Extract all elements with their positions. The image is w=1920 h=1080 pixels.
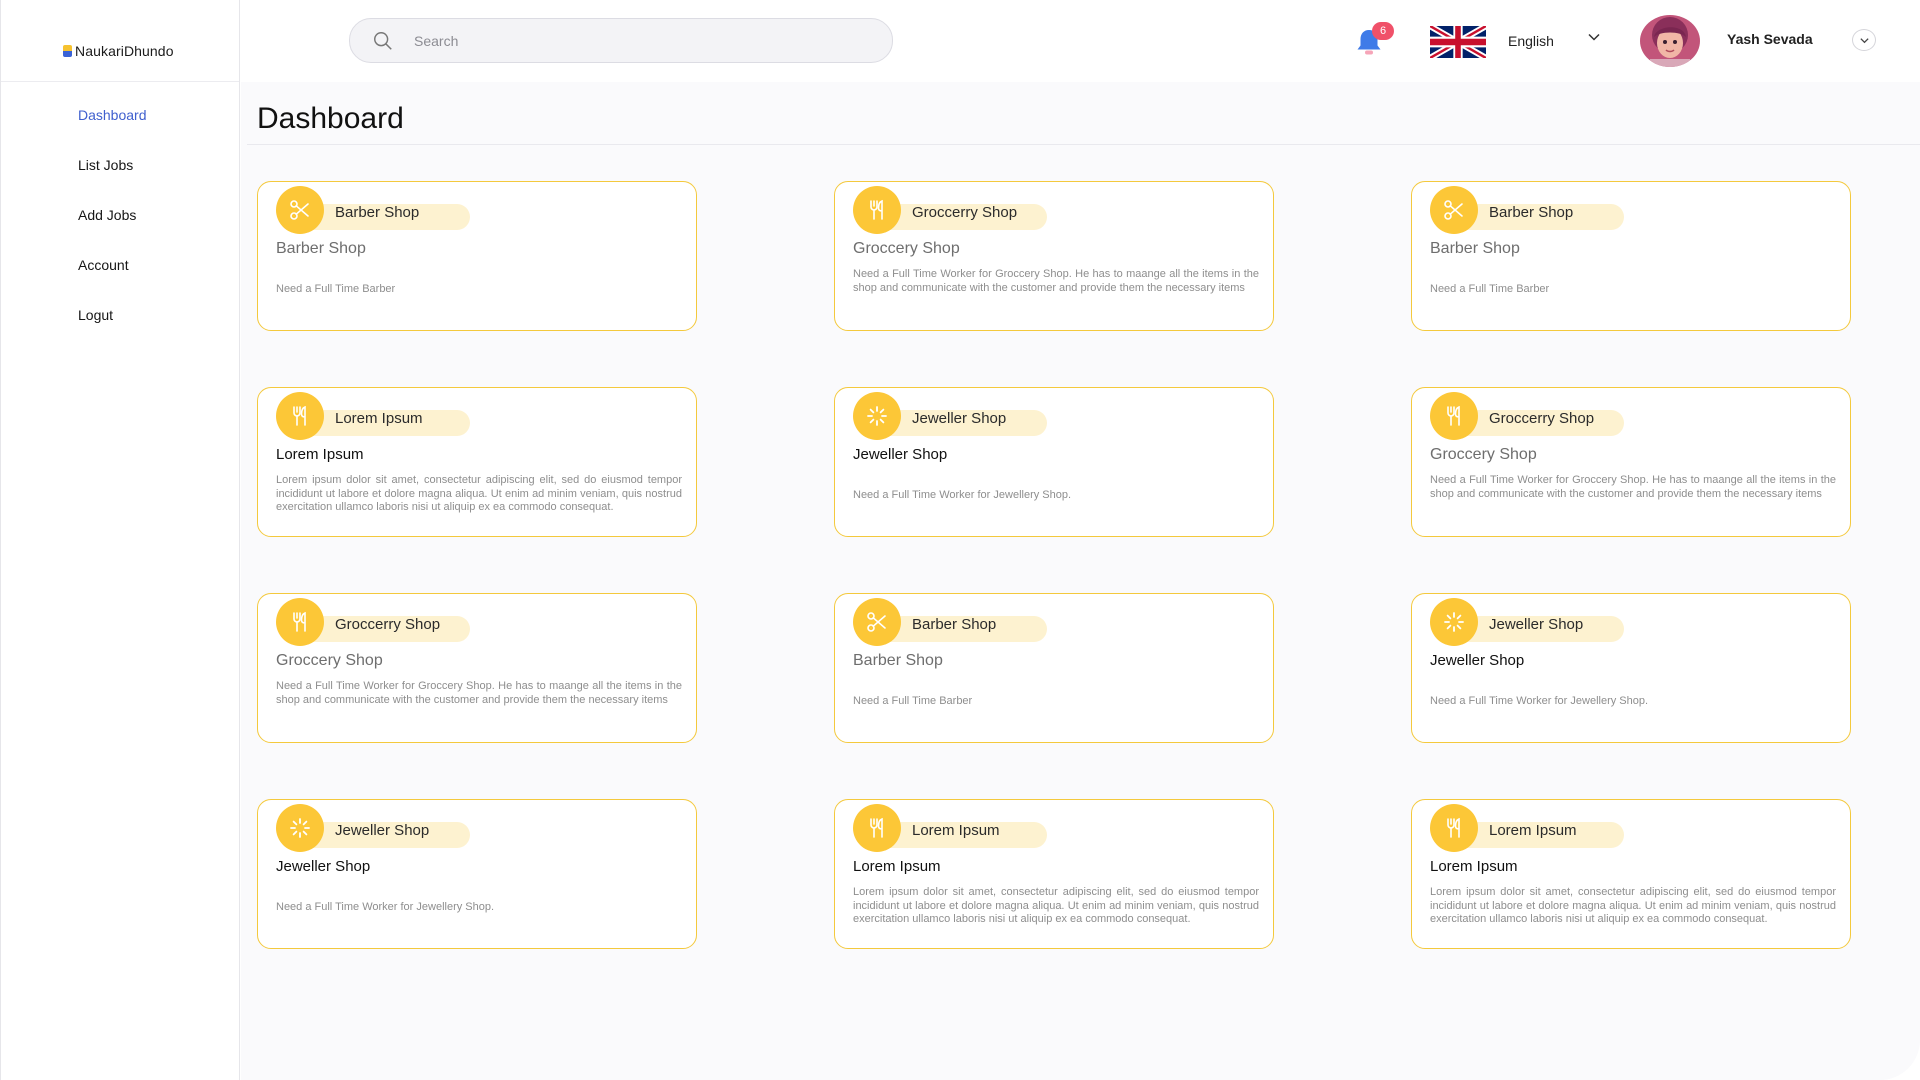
job-card[interactable]: Jeweller Shop Jeweller Shop Need a Full Ti… [834, 387, 1274, 537]
job-description: Need a Full Time Barber [1430, 283, 1550, 295]
divider [247, 144, 1920, 145]
category-label: Barber Shop [1489, 204, 1574, 221]
job-title: Jeweller Shop [276, 858, 371, 875]
job-description: Need a Full Time Worker for Groccery Sho… [276, 680, 682, 706]
scissors-icon [853, 598, 901, 646]
fork-knife-icon [276, 598, 324, 646]
job-card[interactable]: Lorem Ipsum Lorem Ipsum Lorem ipsum dolor … [257, 387, 697, 537]
sidebar-item-account[interactable]: Account [1, 240, 239, 290]
job-description: Lorem ipsum dolor sit amet, consectetur … [1430, 886, 1836, 925]
job-card[interactable]: Lorem Ipsum Lorem Ipsum Lorem ipsum dolor … [834, 799, 1274, 949]
brand-logo-icon [63, 44, 72, 57]
chevron-down-icon[interactable] [1587, 30, 1601, 44]
job-card[interactable]: Barber Shop Barber Shop Need a Full Time B… [1411, 181, 1851, 331]
category-chip: Barber Shop [853, 598, 1047, 646]
sidebar-item-dashboard[interactable]: Dashboard [1, 90, 239, 140]
main-content: Dashboard Barber Shop Barber Shop Need a F… [241, 82, 1920, 1080]
category-label: Lorem Ipsum [1489, 822, 1577, 839]
chevron-down-icon [1859, 37, 1869, 43]
job-description: Lorem ipsum dolor sit amet, consectetur … [276, 474, 682, 513]
category-label: Groccerry Shop [1489, 410, 1595, 427]
sidebar-nav: Dashboard List Jobs Add Jobs Account Log… [1, 82, 239, 340]
search-bar [349, 18, 893, 63]
fork-knife-icon [853, 804, 901, 852]
page-title: Dashboard [257, 102, 404, 135]
job-card-grid: Barber Shop Barber Shop Need a Full Time B… [257, 181, 1857, 951]
search-input[interactable] [414, 32, 854, 49]
sparkle-icon [853, 392, 901, 440]
job-card[interactable]: Barber Shop Barber Shop Need a Full Time B… [834, 593, 1274, 743]
job-description: Need a Full Time Worker for Groccery Sho… [1430, 474, 1836, 500]
category-chip: Groccerry Shop [853, 186, 1047, 234]
sparkle-icon [1430, 598, 1478, 646]
job-title: Jeweller Shop [1430, 652, 1525, 669]
job-description: Need a Full Time Worker for Jewellery Sh… [853, 489, 1072, 501]
category-label: Barber Shop [335, 204, 420, 221]
search-icon [374, 31, 392, 50]
job-card[interactable]: Jeweller Shop Jeweller Shop Need a Full Ti… [1411, 593, 1851, 743]
category-chip: Lorem Ipsum [276, 392, 470, 440]
job-description: Need a Full Time Worker for Jewellery Sh… [276, 901, 495, 913]
sparkle-icon [276, 804, 324, 852]
job-description: Need a Full Time Worker for Groccery Sho… [853, 268, 1259, 294]
user-menu-button[interactable] [1852, 29, 1876, 51]
job-card[interactable]: Barber Shop Barber Shop Need a Full Time B… [257, 181, 697, 331]
job-title: Groccery Shop [1430, 446, 1537, 463]
job-title: Groccery Shop [276, 652, 383, 669]
category-label: Jeweller Shop [912, 410, 1007, 427]
job-card[interactable]: Groccerry Shop Groccery Shop Need a Full T… [1411, 387, 1851, 537]
fork-knife-icon [853, 186, 901, 234]
job-description: Need a Full Time Worker for Jewellery Sh… [1430, 695, 1649, 707]
job-title: Groccery Shop [853, 240, 960, 257]
job-card[interactable]: Jeweller Shop Jeweller Shop Need a Full Ti… [257, 799, 697, 949]
sidebar-item-list-jobs[interactable]: List Jobs [1, 140, 239, 190]
category-chip: Groccerry Shop [276, 598, 470, 646]
category-chip: Lorem Ipsum [1430, 804, 1624, 852]
brand[interactable]: NaukariDhundo [1, 0, 239, 82]
job-card[interactable]: Groccerry Shop Groccery Shop Need a Full T… [834, 181, 1274, 331]
language-label[interactable]: English [1508, 33, 1554, 49]
sidebar: NaukariDhundo Dashboard List Jobs Add Jo… [0, 0, 240, 1080]
user-name: Yash Sevada [1727, 31, 1813, 47]
category-chip: Jeweller Shop [1430, 598, 1624, 646]
category-label: Jeweller Shop [1489, 616, 1584, 633]
category-chip: Jeweller Shop [853, 392, 1047, 440]
scissors-icon [1430, 186, 1478, 234]
category-chip: Groccerry Shop [1430, 392, 1624, 440]
category-chip: Lorem Ipsum [853, 804, 1047, 852]
avatar[interactable] [1640, 15, 1700, 67]
notification-badge: 6 [1372, 22, 1394, 40]
job-title: Lorem Ipsum [853, 858, 941, 875]
category-label: Groccerry Shop [335, 616, 441, 633]
job-card[interactable]: Lorem Ipsum Lorem Ipsum Lorem ipsum dolor … [1411, 799, 1851, 949]
category-label: Jeweller Shop [335, 822, 430, 839]
job-description: Need a Full Time Barber [276, 283, 396, 295]
job-title: Jeweller Shop [853, 446, 948, 463]
fork-knife-icon [276, 392, 324, 440]
sidebar-item-logout[interactable]: Logut [1, 290, 239, 340]
fork-knife-icon [1430, 804, 1478, 852]
category-chip: Barber Shop [276, 186, 470, 234]
job-card[interactable]: Groccerry Shop Groccery Shop Need a Full T… [257, 593, 697, 743]
scissors-icon [276, 186, 324, 234]
category-label: Groccerry Shop [912, 204, 1018, 221]
job-title: Barber Shop [853, 652, 943, 669]
job-title: Barber Shop [1430, 240, 1520, 257]
topbar: 6 English Yash Sevada [240, 0, 1920, 82]
job-description: Need a Full Time Barber [853, 695, 973, 707]
category-chip: Jeweller Shop [276, 804, 470, 852]
uk-flag-icon[interactable] [1430, 26, 1486, 58]
job-description: Lorem ipsum dolor sit amet, consectetur … [853, 886, 1259, 925]
category-chip: Barber Shop [1430, 186, 1624, 234]
category-label: Lorem Ipsum [912, 822, 1000, 839]
job-title: Lorem Ipsum [1430, 858, 1518, 875]
category-label: Barber Shop [912, 616, 997, 633]
sidebar-item-add-jobs[interactable]: Add Jobs [1, 190, 239, 240]
category-label: Lorem Ipsum [335, 410, 423, 427]
job-title: Barber Shop [276, 240, 366, 257]
fork-knife-icon [1430, 392, 1478, 440]
user-avatar-image [1640, 15, 1700, 67]
brand-name: NaukariDhundo [75, 42, 174, 59]
job-title: Lorem Ipsum [276, 446, 364, 463]
